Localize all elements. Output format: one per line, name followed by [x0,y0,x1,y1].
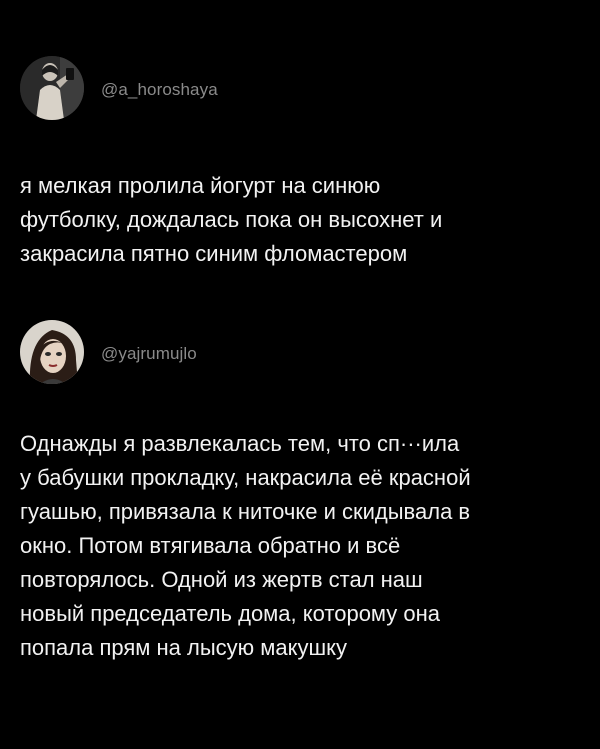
post-text-line: окно. Потом втягивала обратно и всё [20,533,401,558]
post-a-horoshaya: @a_horoshaya я мелкая пролила йогурт на … [0,52,600,266]
post-text-line: новый председатель дома, которому она [20,601,441,626]
post-text: я мелкая пролила йогурт на синюю футболк… [20,169,585,271]
post-yajrumujlo: @yajrumujlo Однажды я развлекалась тем, … [0,316,600,660]
post-text-line: закрасила пятно синим фломастером [20,241,408,266]
post-text-line: повторялось. Одной из жертв стал наш [20,567,423,592]
post-text-line: Однажды я развлекалась тем, что сп···ила [20,431,460,456]
post-text-line: футболку, дождалась пока он высохнет и [20,207,443,232]
avatar-illustration-icon [20,320,84,384]
post-text: Однажды я развлекалась тем, что сп···ила… [20,427,585,665]
avatar-photo-icon [20,56,84,120]
avatar[interactable] [20,320,84,384]
post-text-line: гуашью, привязала к ниточке и скидывала … [20,499,471,524]
author-handle[interactable]: @yajrumujlo [101,344,197,364]
post-text-line: у бабушки прокладку, накрасила её красно… [20,465,471,490]
post-text-line: я мелкая пролила йогурт на синюю [20,173,381,198]
author-handle[interactable]: @a_horoshaya [101,80,218,100]
avatar[interactable] [20,56,84,120]
post-text-line: попала прям на лысую макушку [20,635,348,660]
post-author-row: @a_horoshaya [0,52,600,130]
post-author-row: @yajrumujlo [0,316,600,394]
